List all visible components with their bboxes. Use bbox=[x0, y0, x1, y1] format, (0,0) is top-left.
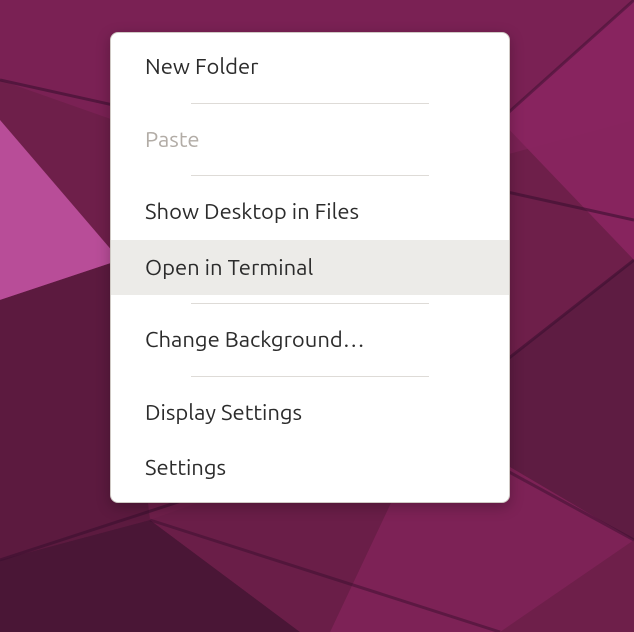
menu-item-settings[interactable]: Settings bbox=[111, 440, 509, 496]
menu-item-open-in-terminal[interactable]: Open in Terminal bbox=[111, 240, 509, 296]
menu-item-new-folder[interactable]: New Folder bbox=[111, 39, 509, 95]
menu-separator bbox=[191, 175, 429, 176]
menu-item-change-background[interactable]: Change Background… bbox=[111, 312, 509, 368]
menu-separator bbox=[191, 103, 429, 104]
desktop-context-menu: New Folder Paste Show Desktop in Files O… bbox=[110, 32, 510, 503]
menu-item-display-settings[interactable]: Display Settings bbox=[111, 385, 509, 441]
menu-item-show-desktop-in-files[interactable]: Show Desktop in Files bbox=[111, 184, 509, 240]
menu-item-paste: Paste bbox=[111, 112, 509, 168]
menu-separator bbox=[191, 376, 429, 377]
menu-separator bbox=[191, 303, 429, 304]
